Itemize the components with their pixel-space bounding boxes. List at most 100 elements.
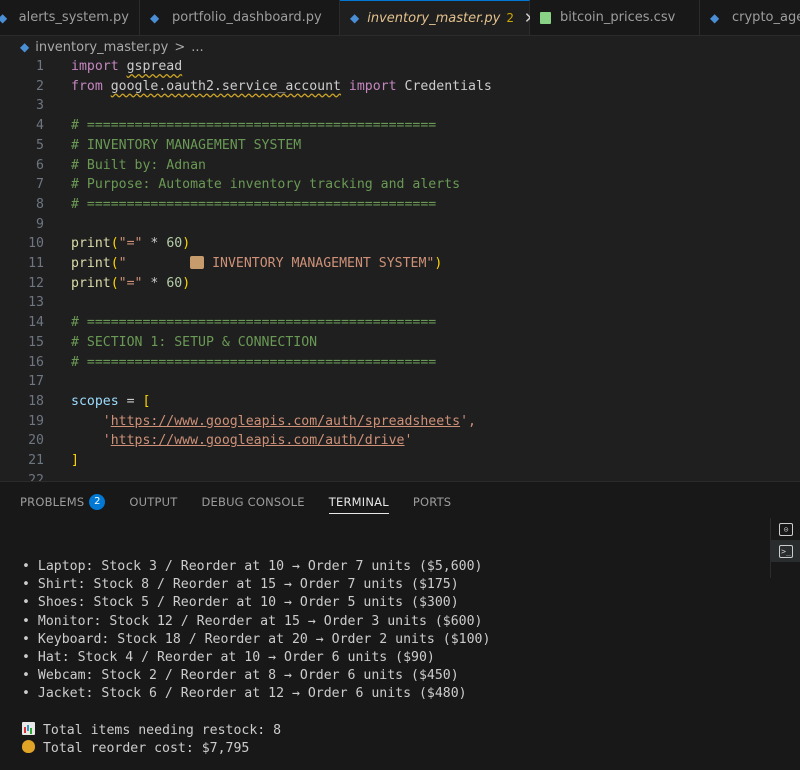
string-quote: ', <box>460 413 476 429</box>
operator: * <box>142 236 167 252</box>
tab-problems[interactable]: PROBLEMS 2 <box>20 482 106 522</box>
python-icon: ◆ <box>150 10 160 25</box>
code-line: 5 # INVENTORY MANAGEMENT SYSTEM <box>0 136 800 156</box>
tab-bitcoin-prices[interactable]: bitcoin_prices.csv <box>530 0 700 35</box>
string-quote: ' <box>102 413 111 429</box>
tab-crypto-agent[interactable]: ◆ crypto_agent <box>700 0 800 35</box>
code-line: 12 print("=" * 60) <box>0 274 800 294</box>
tab-terminal[interactable]: TERMINAL <box>328 482 389 522</box>
string-literal: "=" <box>118 236 143 252</box>
tab-portfolio-dashboard[interactable]: ◆ portfolio_dashboard.py <box>140 0 340 35</box>
tab-debug-console[interactable]: DEBUG CONSOLE <box>201 482 304 522</box>
tab-ports[interactable]: PORTS <box>413 482 451 522</box>
code-line: 2 from google.oauth2.service_account impo… <box>0 77 800 97</box>
tab-label: crypto_agent <box>732 10 800 25</box>
terminal-line: • Hat: Stock 4 / Reorder at 10 → Order 6… <box>22 649 435 665</box>
tab-label: DEBUG CONSOLE <box>201 495 305 509</box>
csv-icon <box>540 11 551 24</box>
terminal-line: • Webcam: Stock 2 / Reorder at 8 → Order… <box>22 668 459 684</box>
comment: # INVENTORY MANAGEMENT SYSTEM <box>71 137 302 153</box>
line-number: 7 <box>36 177 44 193</box>
line-number: 8 <box>36 196 44 212</box>
line-number: 21 <box>28 453 44 468</box>
line-number: 6 <box>36 157 44 173</box>
breadcrumb-separator: > <box>174 39 186 55</box>
code-line: 9 <box>0 215 800 235</box>
terminal-output[interactable]: • Laptop: Stock 3 / Reorder at 10 → Orde… <box>22 558 490 758</box>
bar-chart-icon <box>22 722 35 736</box>
code-line: 15 # SECTION 1: SETUP & CONNECTION <box>0 333 800 353</box>
string-literal: "=" <box>118 275 143 291</box>
tab-output[interactable]: OUTPUT <box>129 482 177 522</box>
operator: * <box>142 275 167 291</box>
bracket: [ <box>142 393 151 409</box>
line-number: 12 <box>28 275 44 291</box>
python-icon: ◆ <box>0 11 11 25</box>
code-line: 6 # Built by: Adnan <box>0 156 800 176</box>
keyword: import <box>71 59 119 74</box>
line-number: 13 <box>28 295 44 311</box>
comment: # Purpose: Automate inventory tracking a… <box>71 177 461 193</box>
line-number: 11 <box>28 256 44 271</box>
code-line: 7 # Purpose: Automate inventory tracking … <box>0 175 800 195</box>
package-icon <box>190 255 205 269</box>
editor-tab-bar: ◆ alerts_system.py ◆ portfolio_dashboard… <box>0 0 800 36</box>
comment: # ======================================… <box>71 354 437 370</box>
url-link[interactable]: https://www.googleapis.com/auth/drive <box>111 433 405 448</box>
function-name: print <box>71 256 111 271</box>
terminal-line: • Monitor: Stock 12 / Reorder at 15 → Or… <box>22 613 483 629</box>
line-number: 20 <box>28 433 44 449</box>
code-line: 8 # =====================================… <box>0 195 800 215</box>
summary-text: Total items needing restock: 8 <box>35 722 282 738</box>
tab-label: bitcoin_prices.csv <box>560 10 676 25</box>
tab-label: PROBLEMS <box>20 495 85 509</box>
line-number: 15 <box>28 334 44 350</box>
line-number: 3 <box>36 98 44 114</box>
code-editor[interactable]: 1 import gspread 2 from google.oauth2.serv… <box>0 57 800 481</box>
tab-label: portfolio_dashboard.py <box>172 10 322 25</box>
code-line: 1 import gspread <box>0 57 800 77</box>
code-line: 18 scopes = [ <box>0 392 800 412</box>
breadcrumb: ◆ inventory_master.py > ... <box>0 36 800 58</box>
line-number: 4 <box>36 118 44 134</box>
comment: # ======================================… <box>71 196 437 212</box>
code-line: 3 <box>0 96 800 116</box>
tab-alerts-system[interactable]: ◆ alerts_system.py <box>0 0 140 35</box>
terminal-line: • Shoes: Stock 5 / Reorder at 10 → Order… <box>22 595 459 611</box>
panel-tabs: PROBLEMS 2 OUTPUT DEBUG CONSOLE TERMINAL … <box>0 482 760 522</box>
terminal-summary-cost: Total reorder cost: $7,795 <box>22 740 490 758</box>
tab-label: OUTPUT <box>129 495 178 509</box>
number-literal: 60 <box>166 236 183 252</box>
tab-label: PORTS <box>412 495 452 509</box>
keyword: from <box>71 78 103 94</box>
terminal-icon: >_ <box>779 544 793 558</box>
terminal-line: • Shirt: Stock 8 / Reorder at 15 → Order… <box>22 577 459 593</box>
string-literal: INVENTORY MANAGEMENT SYSTEM" <box>204 256 435 271</box>
summary-text: Total reorder cost: $7,795 <box>35 740 250 756</box>
copilot-terminal-button[interactable]: ⊙ <box>771 518 800 540</box>
identifier: Credentials <box>404 78 492 94</box>
line-number: 16 <box>28 354 44 370</box>
breadcrumb-file[interactable]: inventory_master.py <box>35 40 168 55</box>
keyword: import <box>348 78 397 94</box>
money-bag-icon <box>22 740 35 754</box>
python-icon: ◆ <box>710 10 720 25</box>
code-line: 4 # =====================================… <box>0 116 800 136</box>
breadcrumb-rest[interactable]: ... <box>191 40 203 55</box>
code-line: 20 'https://www.googleapis.com/auth/driv… <box>0 431 800 451</box>
url-link[interactable]: https://www.googleapis.com/auth/spreadsh… <box>111 414 460 429</box>
string-literal: " <box>118 256 191 271</box>
python-icon: ◆ <box>350 11 360 25</box>
tab-label: TERMINAL <box>328 495 389 509</box>
code-line: 21] <box>0 451 800 471</box>
terminal-instance-button[interactable]: >_ <box>771 540 800 562</box>
tab-label: inventory_master.py <box>367 10 501 26</box>
bracket: ] <box>71 453 79 468</box>
code-line: 22 <box>0 471 800 481</box>
tab-inventory-master[interactable]: ◆ inventory_master.py 2 ✕ <box>340 0 537 35</box>
line-number: 14 <box>28 315 44 331</box>
line-number: 22 <box>28 472 44 481</box>
code-line: 19 'https://www.googleapis.com/auth/spre… <box>0 412 800 432</box>
terminal-summary-items: Total items needing restock: 8 <box>22 722 490 740</box>
